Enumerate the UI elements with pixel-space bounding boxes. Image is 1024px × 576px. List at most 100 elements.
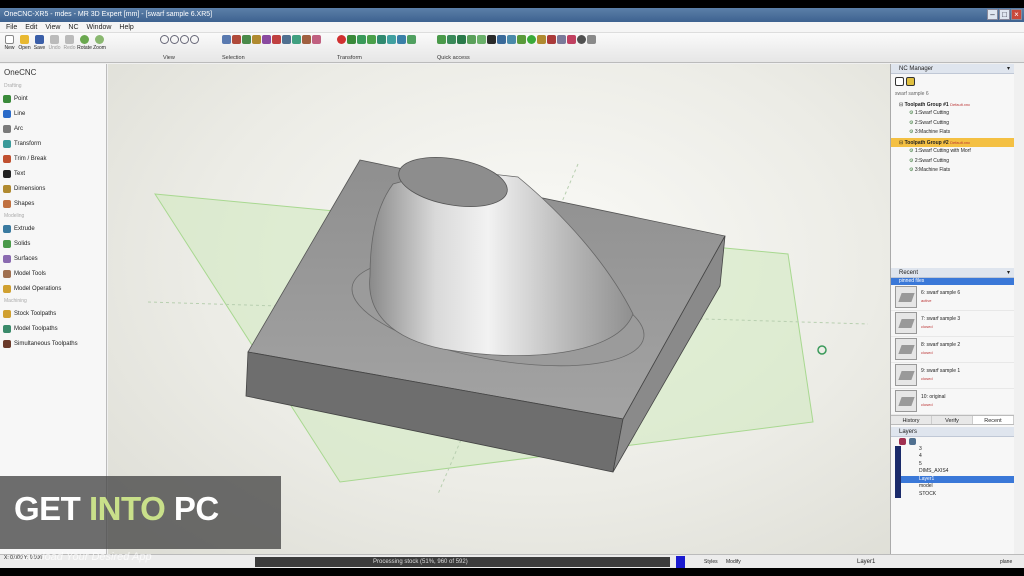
move-icon[interactable] [347, 35, 356, 44]
tool-shapes[interactable]: Shapes [0, 196, 106, 211]
maximize-button[interactable]: □ [999, 9, 1010, 20]
rotate-entity-icon[interactable] [367, 35, 376, 44]
quick-fillet-icon[interactable] [477, 35, 486, 44]
rotation-center-marker[interactable] [817, 345, 827, 355]
close-button[interactable]: × [1011, 9, 1022, 20]
quick-analyze-icon[interactable] [577, 35, 586, 44]
zoom-window-icon[interactable] [160, 35, 169, 44]
menu-window[interactable]: Window [87, 22, 112, 32]
select-solid-icon[interactable] [282, 35, 291, 44]
zoom-out-icon[interactable] [180, 35, 189, 44]
select-color-icon[interactable] [262, 35, 271, 44]
layer-row[interactable]: 4 [901, 453, 1014, 461]
menu-nc[interactable]: NC [68, 22, 78, 32]
modify-button[interactable]: Modify [726, 555, 741, 569]
recent-file-item[interactable]: 7: swarf sample 3 closed [891, 311, 1014, 337]
tool-solids[interactable]: Solids [0, 236, 106, 251]
menu-help[interactable]: Help [119, 22, 133, 32]
current-layer[interactable]: Layer1 [857, 555, 875, 569]
layer-row[interactable]: 3 [901, 446, 1014, 454]
delete-icon[interactable] [337, 35, 346, 44]
pin-icon[interactable]: ▾ [1007, 64, 1010, 74]
mirror-icon[interactable] [377, 35, 386, 44]
rotate-button[interactable]: Rotate [77, 35, 92, 51]
quick-post-icon[interactable] [547, 35, 556, 44]
undo-button[interactable]: Undo [47, 35, 62, 51]
toolpath-item[interactable]: ⚙ 2:Swarf Cutting [891, 119, 1014, 129]
styles-button[interactable]: Styles [704, 555, 718, 569]
tool-text[interactable]: Text [0, 166, 106, 181]
quick-profile-icon[interactable] [517, 35, 526, 44]
menu-view[interactable]: View [45, 22, 60, 32]
quick-pocket-icon[interactable] [507, 35, 516, 44]
pinned-files-row[interactable]: pinned files [891, 277, 1014, 285]
tool-line[interactable]: Line [0, 106, 106, 121]
layer-row[interactable]: 5 [901, 461, 1014, 469]
tab-history[interactable]: History [891, 415, 932, 424]
tool-simultaneous-toolpaths[interactable]: Simultaneous Toolpaths [0, 336, 106, 351]
layer-row[interactable]: model [901, 483, 1014, 491]
select-all-icon[interactable] [272, 35, 281, 44]
tab-recent[interactable]: Recent [973, 415, 1014, 424]
toolpath-item[interactable]: ⚙ 1:Swarf Cutting with Morf [891, 147, 1014, 157]
layer-row[interactable]: STOCK [901, 491, 1014, 499]
toolpath-group-1[interactable]: ⊟ Toolpath Group #1 Default.xnc [891, 100, 1014, 110]
quick-drill-icon[interactable] [497, 35, 506, 44]
recent-file-item[interactable]: 8: swarf sample 2 closed [891, 337, 1014, 363]
recent-pin-icon[interactable]: ▾ [1007, 268, 1010, 278]
quick-sweep-icon[interactable] [467, 35, 476, 44]
tool-model-tools[interactable]: Model Tools [0, 266, 106, 281]
quick-render-icon[interactable] [587, 35, 596, 44]
tab-verify[interactable]: Verify [932, 415, 973, 424]
tool-stock-toolpaths[interactable]: Stock Toolpaths [0, 306, 106, 321]
nc-options-icon[interactable] [906, 77, 915, 86]
quick-simulate-icon[interactable] [537, 35, 546, 44]
quick-measure-icon[interactable] [567, 35, 576, 44]
recent-file-item[interactable]: 9: swarf sample 1 closed [891, 363, 1014, 389]
zoom-in-icon[interactable] [170, 35, 179, 44]
layer-row[interactable]: Layer1 [901, 475, 1014, 483]
quick-loft-icon[interactable] [457, 35, 466, 44]
tool-trim-break[interactable]: Trim / Break [0, 151, 106, 166]
plane-indicator[interactable]: plane [1000, 555, 1012, 569]
menu-file[interactable]: File [6, 22, 17, 32]
select-chain-icon[interactable] [232, 35, 241, 44]
toolpath-item[interactable]: ⚙ 2:Swarf Cutting [891, 157, 1014, 167]
recent-file-item[interactable]: 6: swarf sample 6 active [891, 285, 1014, 311]
new-button[interactable]: New [2, 35, 17, 51]
minimize-button[interactable]: – [987, 9, 998, 20]
tool-surfaces[interactable]: Surfaces [0, 251, 106, 266]
recent-file-item[interactable]: 10: original closed [891, 389, 1014, 415]
tool-model-toolpaths[interactable]: Model Toolpaths [0, 321, 106, 336]
scale-icon[interactable] [387, 35, 396, 44]
menu-edit[interactable]: Edit [25, 22, 37, 32]
quick-extrude-icon[interactable] [437, 35, 446, 44]
align-icon[interactable] [407, 35, 416, 44]
deselect-icon[interactable] [302, 35, 311, 44]
invert-selection-icon[interactable] [312, 35, 321, 44]
tool-point[interactable]: Point [0, 91, 106, 106]
save-button[interactable]: Save [32, 35, 47, 51]
tool-model-operations[interactable]: Model Operations [0, 281, 106, 296]
tool-extrude[interactable]: Extrude [0, 221, 106, 236]
tool-arc[interactable]: Arc [0, 121, 106, 136]
tool-transform[interactable]: Transform [0, 136, 106, 151]
select-layer-icon[interactable] [252, 35, 261, 44]
layer-new-icon[interactable] [899, 437, 906, 445]
toolpath-item[interactable]: ⚙ 3:Machine Flats [891, 166, 1014, 176]
toolpath-item[interactable]: ⚙ 1:Swarf Cutting [891, 109, 1014, 119]
layer-options-icon[interactable] [909, 437, 916, 445]
status-color-swatch[interactable] [676, 556, 685, 568]
select-icon[interactable] [222, 35, 231, 44]
toolpath-item[interactable]: ⚙ 3:Machine Flats [891, 128, 1014, 138]
zoom-button[interactable]: Zoom [92, 35, 107, 51]
open-button[interactable]: Open [17, 35, 32, 51]
copy-icon[interactable] [357, 35, 366, 44]
offset-icon[interactable] [397, 35, 406, 44]
quick-settings-icon[interactable] [557, 35, 566, 44]
tool-dimensions[interactable]: Dimensions [0, 181, 106, 196]
quick-verify-icon[interactable] [527, 35, 536, 44]
toolpath-group-2[interactable]: ⊟ Toolpath Group #2 Default.xnc [891, 137, 1014, 147]
quick-toolpath-icon[interactable] [487, 35, 496, 44]
layer-row[interactable]: DIMS_AXIS4 [901, 468, 1014, 476]
